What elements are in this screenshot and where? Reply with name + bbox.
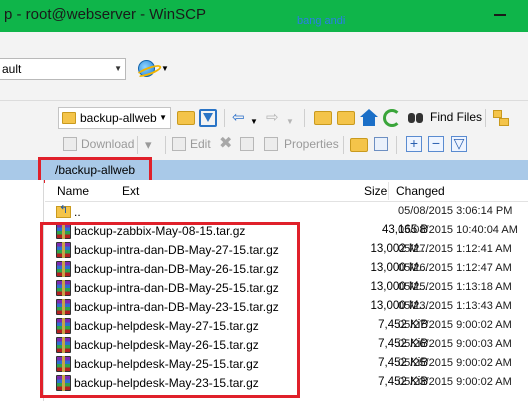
edit-icon[interactable] [172,137,186,151]
binoculars-icon [408,110,424,124]
new-folder-icon[interactable] [350,138,368,152]
chevron-down-icon[interactable]: ▼ [250,114,258,130]
file-changed: 05/27/2015 9:00:02 AM [398,319,512,331]
local-panel-edge [0,180,44,401]
chevron-down-icon[interactable]: ▾ [145,137,152,153]
file-changed: 05/26/2015 1:12:47 AM [398,262,512,274]
chevron-down-icon: ▼ [114,64,122,73]
refresh-icon[interactable] [383,109,401,127]
file-changed: 05/25/2015 1:13:18 AM [398,281,512,293]
watermark-text: bang andi [297,15,346,27]
file-changed: 05/25/2015 9:00:02 AM [398,357,512,369]
session-dropdown-value: ault [2,62,22,76]
file-changed: 05/27/2015 1:12:41 AM [398,243,512,255]
download-icon[interactable] [63,137,77,151]
window-title: p - root@webserver - WinSCP [4,6,206,23]
toolbar-divider [343,136,344,154]
filter-icon[interactable] [199,109,217,127]
toolbar-divider [137,136,138,154]
parent-directory-icon[interactable] [314,111,332,125]
file-list-header: Name Ext Size Changed [45,180,528,202]
toolbar-divider [224,109,225,127]
files-highlight-box [40,222,300,398]
file-changed: 05/08/2015 10:40:04 AM [398,224,518,236]
toolbar-divider [304,109,305,127]
forward-arrow-icon[interactable]: ⇨ [266,110,279,126]
session-dropdown[interactable]: ault ▼ [0,58,126,80]
file-name: .. [74,205,81,219]
find-files-label: Find Files [430,110,483,124]
properties-button[interactable]: Properties [284,137,339,151]
column-changed[interactable]: Changed [396,184,445,198]
remote-directory-value: backup-allweb [80,111,157,125]
parent-dir-icon [56,203,71,218]
column-size[interactable]: Size [364,184,387,198]
chevron-down-icon[interactable]: ▼ [286,114,294,130]
column-divider[interactable] [388,182,389,200]
column-ext[interactable]: Ext [122,184,139,198]
toolbar-divider [485,109,486,127]
back-arrow-icon[interactable]: ⇦ [232,110,245,126]
file-changed: 05/08/2015 3:06:14 PM [398,205,513,217]
minimize-button[interactable] [488,6,514,22]
remote-directory-dropdown[interactable]: backup-allweb ▼ [58,107,171,129]
edit-button[interactable]: Edit [190,137,211,151]
file-changed: 05/23/2015 9:00:02 AM [398,376,512,388]
toolbar-divider [165,136,166,154]
title-bar: p - root@webserver - WinSCP bang andi [0,0,528,32]
open-site-button[interactable]: ▼ [136,58,170,80]
column-name[interactable]: Name [57,184,89,198]
download-button[interactable]: Download [81,137,134,151]
file-row-parent[interactable]: .. 05/08/2015 3:06:14 PM [45,203,528,222]
globe-icon [138,60,155,77]
new-file-icon[interactable] [374,137,388,151]
chevron-down-icon: ▼ [161,64,169,73]
file-changed: 05/23/2015 1:13:43 AM [398,300,512,312]
toolbar-divider [396,136,397,154]
root-directory-icon[interactable] [337,111,355,125]
properties-icon[interactable] [264,137,278,151]
rename-icon[interactable] [240,137,254,151]
home-icon[interactable] [360,109,378,127]
delete-icon[interactable]: ✖ [219,136,232,152]
chevron-down-icon: ▼ [159,113,167,122]
file-changed: 05/26/2015 9:00:03 AM [398,338,512,350]
select-all-icon[interactable]: + [406,136,422,152]
open-directory-icon[interactable] [177,111,195,125]
directory-tree-icon[interactable] [492,109,510,127]
unselect-icon[interactable]: − [428,136,444,152]
filter-select-icon[interactable]: ▽ [451,136,467,152]
folder-icon [62,112,76,124]
